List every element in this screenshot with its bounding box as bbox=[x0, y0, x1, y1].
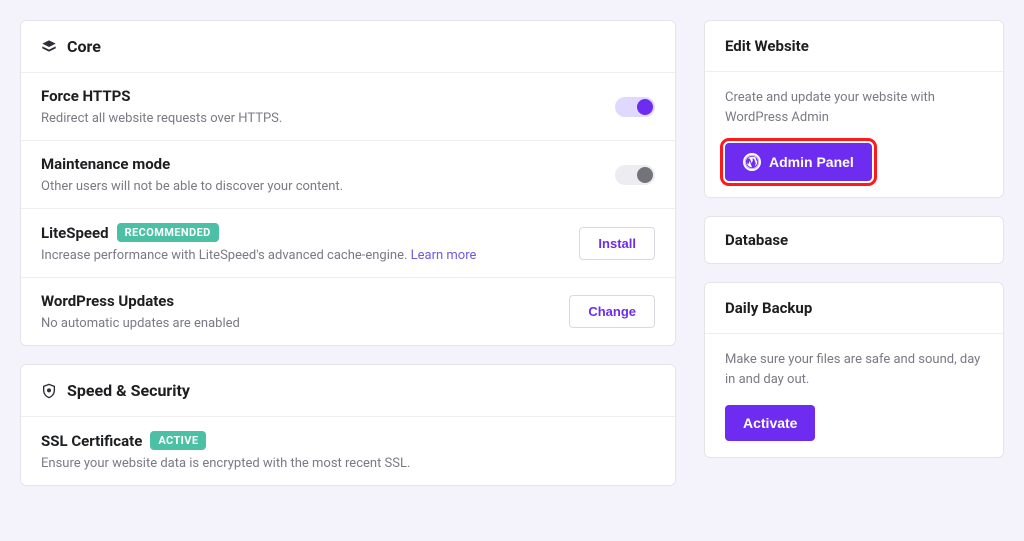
recommended-badge: RECOMMENDED bbox=[117, 223, 219, 242]
edit-website-card: Edit Website Create and update your webs… bbox=[704, 20, 1004, 198]
database-title: Database bbox=[725, 231, 983, 249]
admin-panel-label: Admin Panel bbox=[769, 154, 854, 170]
edit-website-desc: Create and update your website with Word… bbox=[725, 88, 983, 127]
layers-icon bbox=[41, 39, 57, 55]
active-badge: ACTIVE bbox=[150, 431, 206, 450]
ssl-desc: Ensure your website data is encrypted wi… bbox=[41, 456, 655, 471]
maintenance-title: Maintenance mode bbox=[41, 155, 595, 173]
litespeed-desc: Increase performance with LiteSpeed's ad… bbox=[41, 248, 559, 263]
litespeed-row: LiteSpeed RECOMMENDED Increase performan… bbox=[21, 209, 675, 278]
database-card: Database bbox=[704, 216, 1004, 264]
shield-icon bbox=[41, 383, 57, 399]
edit-website-title: Edit Website bbox=[725, 37, 809, 55]
activate-button[interactable]: Activate bbox=[725, 405, 815, 441]
wordpress-icon bbox=[743, 153, 761, 171]
core-card: Core Force HTTPS Redirect all website re… bbox=[20, 20, 676, 346]
force-https-row: Force HTTPS Redirect all website request… bbox=[21, 73, 675, 141]
force-https-desc: Redirect all website requests over HTTPS… bbox=[41, 111, 595, 126]
change-button[interactable]: Change bbox=[569, 295, 655, 328]
speed-security-header: Speed & Security bbox=[21, 365, 675, 417]
wp-updates-title: WordPress Updates bbox=[41, 292, 549, 310]
force-https-title: Force HTTPS bbox=[41, 87, 595, 105]
force-https-toggle[interactable] bbox=[615, 97, 655, 117]
wp-updates-desc: No automatic updates are enabled bbox=[41, 316, 549, 331]
maintenance-toggle[interactable] bbox=[615, 165, 655, 185]
daily-backup-desc: Make sure your files are safe and sound,… bbox=[725, 350, 983, 389]
daily-backup-header: Daily Backup bbox=[705, 283, 1003, 334]
core-title: Core bbox=[67, 37, 101, 56]
speed-security-title: Speed & Security bbox=[67, 381, 190, 400]
speed-security-card: Speed & Security SSL Certificate ACTIVE … bbox=[20, 364, 676, 486]
edit-website-header: Edit Website bbox=[705, 21, 1003, 72]
daily-backup-card: Daily Backup Make sure your files are sa… bbox=[704, 282, 1004, 458]
daily-backup-title: Daily Backup bbox=[725, 299, 812, 317]
maintenance-desc: Other users will not be able to discover… bbox=[41, 179, 595, 194]
ssl-title: SSL Certificate bbox=[41, 432, 142, 450]
litespeed-desc-text: Increase performance with LiteSpeed's ad… bbox=[41, 248, 411, 263]
litespeed-title: LiteSpeed bbox=[41, 224, 109, 242]
admin-panel-button[interactable]: Admin Panel bbox=[725, 143, 872, 181]
maintenance-row: Maintenance mode Other users will not be… bbox=[21, 141, 675, 209]
wp-updates-row: WordPress Updates No automatic updates a… bbox=[21, 278, 675, 345]
core-header: Core bbox=[21, 21, 675, 73]
install-button[interactable]: Install bbox=[579, 227, 655, 260]
litespeed-learn-more[interactable]: Learn more bbox=[411, 248, 477, 263]
ssl-row: SSL Certificate ACTIVE Ensure your websi… bbox=[21, 417, 675, 485]
